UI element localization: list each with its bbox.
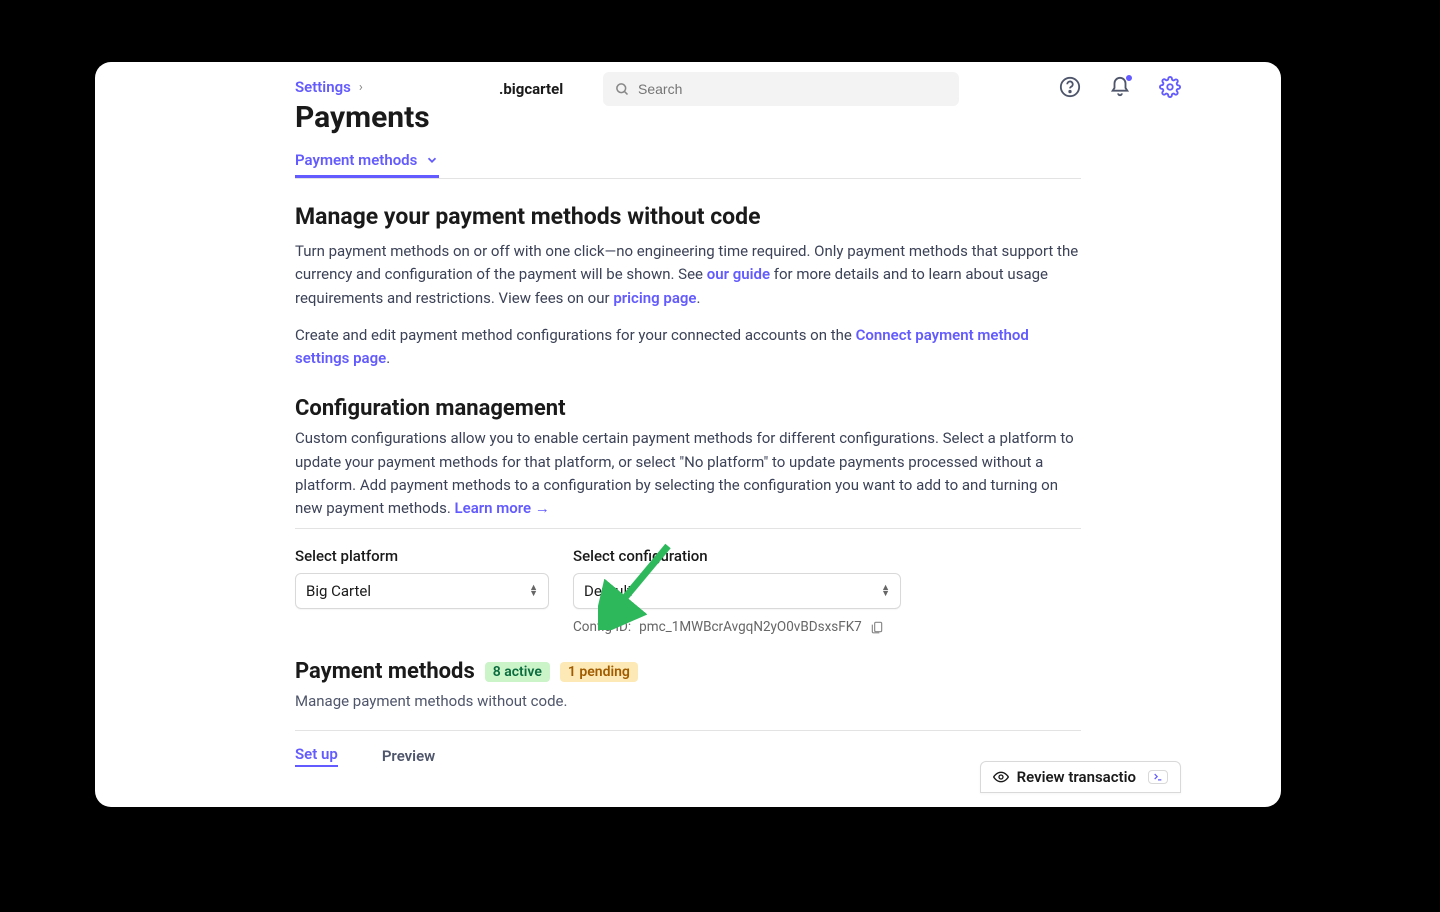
config-id-label: Config ID:	[573, 619, 631, 635]
badge-active: 8 active	[485, 662, 550, 682]
tab-setup[interactable]: Set up	[295, 745, 338, 767]
chevron-right-icon: ›	[359, 80, 363, 95]
search-input-wrap[interactable]	[603, 72, 959, 106]
our-guide-link[interactable]: our guide	[707, 265, 770, 283]
config-id-row: Config ID: pmc_1MWBcrAvgqN2yO0vBDsxsFK7	[573, 619, 901, 635]
bottom-tabs: Set up Preview	[295, 730, 1081, 767]
pricing-page-link[interactable]: pricing page	[613, 289, 696, 307]
breadcrumb-settings-link[interactable]: Settings	[295, 78, 351, 96]
learn-more-link[interactable]: Learn more →	[455, 499, 550, 517]
gear-icon[interactable]	[1159, 76, 1181, 98]
tab-preview[interactable]: Preview	[382, 747, 435, 765]
config-paragraph: Custom configurations allow you to enabl…	[295, 427, 1081, 520]
selects-row: Select platform Big Cartel ▲▼ Select con…	[295, 528, 1081, 635]
chevron-down-icon	[425, 153, 439, 167]
text: Create and edit payment method configura…	[295, 326, 856, 344]
text: .	[697, 289, 701, 307]
configuration-label: Select configuration	[573, 547, 901, 565]
review-transactions-button[interactable]: Review transactio	[980, 761, 1181, 793]
updown-icon: ▲▼	[529, 585, 538, 597]
clipboard-icon[interactable]	[870, 620, 884, 634]
badge-pending: 1 pending	[560, 662, 638, 682]
payment-methods-heading: Payment methods	[295, 659, 475, 684]
manage-heading: Manage your payment methods without code	[295, 203, 1081, 230]
text: Custom configurations allow you to enabl…	[295, 429, 1074, 517]
config-id-value: pmc_1MWBcrAvgqN2yO0vBDsxsFK7	[639, 619, 862, 635]
tab-row: Payment methods	[295, 145, 1081, 179]
platform-select[interactable]: Big Cartel ▲▼	[295, 573, 549, 609]
config-heading: Configuration management	[295, 396, 1081, 421]
payment-methods-header: Payment methods 8 active 1 pending	[295, 659, 1081, 684]
notification-dot	[1125, 74, 1133, 82]
tab-label: Payment methods	[295, 151, 417, 169]
search-icon	[615, 82, 630, 97]
brand-label: .bigcartel	[499, 80, 563, 98]
configuration-select[interactable]: Default ▲▼	[573, 573, 901, 609]
terminal-icon	[1148, 770, 1168, 784]
platform-col: Select platform Big Cartel ▲▼	[295, 547, 549, 635]
updown-icon: ▲▼	[881, 585, 890, 597]
search-input[interactable]	[638, 81, 947, 97]
payment-methods-sub: Manage payment methods without code.	[295, 692, 1081, 710]
content: Settings › Payments Payment methods Mana…	[95, 62, 1281, 767]
configuration-value: Default	[584, 582, 632, 600]
help-icon[interactable]	[1059, 76, 1081, 98]
tab-payment-methods[interactable]: Payment methods	[295, 145, 439, 178]
review-label: Review transactio	[1017, 768, 1136, 786]
notifications-icon[interactable]	[1109, 76, 1131, 98]
manage-paragraph-2: Create and edit payment method configura…	[295, 324, 1081, 371]
eye-icon	[993, 769, 1009, 785]
platform-value: Big Cartel	[306, 582, 371, 600]
platform-label: Select platform	[295, 547, 549, 565]
manage-paragraph-1: Turn payment methods on or off with one …	[295, 240, 1081, 310]
app-window: .bigcartel Settings › Payments P	[95, 62, 1281, 807]
topbar-icons	[1059, 76, 1181, 98]
configuration-col: Select configuration Default ▲▼ Config I…	[573, 547, 901, 635]
text: .	[386, 349, 390, 367]
